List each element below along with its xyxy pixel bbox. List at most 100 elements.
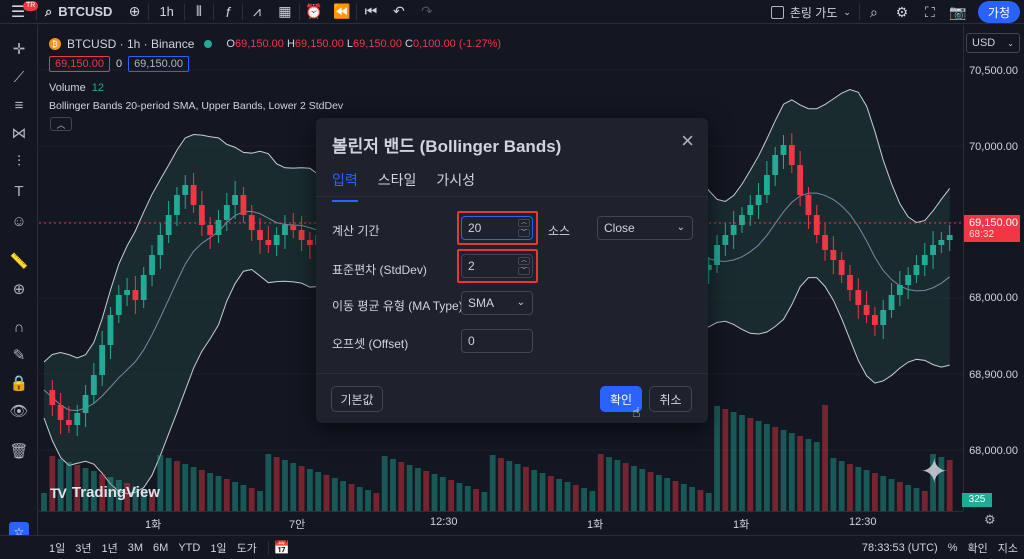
legend-bollinger[interactable]: Bollinger Bands 20-period SMA, Upper Ban… [49, 100, 343, 112]
magnet-icon[interactable]: ∩ [9, 317, 29, 337]
interval-button[interactable]: 1h [149, 0, 183, 24]
chevron-up-icon[interactable]: ︿ [518, 219, 530, 227]
candle-body [90, 375, 97, 395]
candle-body [847, 275, 853, 290]
close-button[interactable]: × [681, 130, 694, 152]
undo-button[interactable]: ↶ [385, 0, 413, 24]
step-back-icon: ⏮ [364, 3, 378, 19]
gear-icon: ⚙ [984, 512, 996, 527]
source-select[interactable]: Close ⌄ [597, 216, 693, 240]
replay-back-button[interactable]: ⏮ [357, 0, 385, 24]
time-axis[interactable]: 1화 7안 12:30 1화 1화 12:30 [39, 511, 963, 533]
horizontal-lines-icon[interactable]: ≡ [9, 95, 29, 115]
legend-volume[interactable]: Volume 12 [49, 82, 104, 94]
offset-input[interactable]: 0 [461, 329, 533, 353]
sell-price-button[interactable]: 69,150.00 [49, 56, 110, 72]
candle-body [74, 413, 81, 425]
menu-button[interactable]: ☰ TR [0, 0, 39, 24]
chevron-down-icon: ⌄ [843, 6, 851, 17]
redo-button[interactable]: ↷ [413, 0, 441, 24]
tab-inputs[interactable]: 입력 [332, 170, 358, 202]
price-axis[interactable]: 70,500.00 70,000.00 68,000.00 68,900.00 … [963, 25, 1024, 511]
stddev-input[interactable]: 2 ︿ ﹀ [461, 254, 533, 278]
stddev-stepper[interactable]: ︿ ﹀ [518, 257, 530, 275]
candle-body [797, 165, 804, 195]
indicators-button[interactable]: f [214, 0, 242, 24]
ma-type-select[interactable]: SMA ⌄ [461, 291, 533, 315]
axis-settings-button[interactable]: ⚙ [984, 512, 996, 528]
settings-button[interactable]: ⚙ [888, 0, 916, 24]
range-ytd[interactable]: YTD [173, 542, 205, 554]
text-tool-icon[interactable]: T [9, 181, 29, 201]
ohlc-key: C [405, 38, 413, 50]
legend-collapse-button[interactable]: ︿ [50, 117, 72, 131]
chevron-down-icon[interactable]: ﹀ [518, 229, 530, 237]
trash-icon[interactable]: 🗑 [9, 441, 29, 461]
time-tick: 12:30 [849, 516, 877, 528]
tab-style[interactable]: 스타일 [378, 170, 417, 202]
snapshot-button[interactable]: 📷 [944, 0, 972, 24]
candle-body [822, 235, 828, 250]
replay-button[interactable]: ⏪ [328, 0, 356, 24]
range-6m[interactable]: 6M [148, 542, 173, 554]
range-1d-b[interactable]: 1일 [205, 540, 231, 556]
auto-toggle[interactable]: 지소 [998, 540, 1018, 556]
symbol-search[interactable]: ⌕ BTCUSD [37, 0, 120, 24]
chart-type-button[interactable]: ⫴ [185, 0, 213, 24]
range-1y[interactable]: 1년 [97, 540, 123, 556]
lock-icon[interactable]: 🔒 [9, 373, 29, 393]
volume-bar [772, 427, 779, 511]
close-icon: × [681, 128, 694, 153]
length-stepper[interactable]: ︿ ﹀ [518, 219, 530, 237]
defaults-button[interactable]: 기본값 [331, 386, 383, 412]
pencil-lock-icon[interactable]: ✎ [9, 345, 29, 365]
range-3m[interactable]: 3M [123, 542, 148, 554]
bottom-toolbar: 1일 3년 1년 3M 6M YTD 1일 도가 📅 78:33:53 (UTC… [0, 535, 1024, 559]
publish-button[interactable]: 가청 [977, 1, 1020, 23]
fullscreen-button[interactable]: ⛶ [916, 0, 944, 24]
chevron-down-icon[interactable]: ﹀ [518, 267, 530, 275]
ruler-icon[interactable]: 📏 [9, 251, 29, 271]
utc-clock[interactable]: 78:33:53 (UTC) [862, 542, 938, 554]
zoom-in-icon[interactable]: ⊕ [9, 279, 29, 299]
volume-bar [739, 415, 745, 511]
bottom-right-controls: 78:33:53 (UTC) % 확인 지소 [862, 536, 1018, 559]
emoji-icon[interactable]: ☺ [9, 211, 29, 231]
layout-toggle[interactable]: 촌링 가도 ⌄ [763, 0, 859, 24]
tab-visibility[interactable]: 가시성 [436, 170, 475, 202]
percent-toggle[interactable]: % [948, 542, 958, 554]
log-toggle[interactable]: 확인 [968, 540, 988, 556]
layout-grid-button[interactable]: ▦ [271, 0, 299, 24]
volume-bar [381, 456, 388, 511]
candle-body [755, 195, 762, 205]
volume-bar [223, 479, 230, 511]
volume-bar [198, 470, 205, 511]
ohlc-value: 69,150.00 [294, 38, 344, 50]
candle-body [788, 145, 795, 165]
range-1d[interactable]: 1일 [44, 540, 70, 556]
compare-button[interactable]: ⊕ [120, 0, 148, 24]
chevron-up-icon[interactable]: ︿ [518, 257, 530, 265]
volume-bar [298, 466, 305, 511]
range-all[interactable]: 도가 [232, 540, 262, 556]
trendline-icon[interactable]: ⟋ [9, 67, 29, 87]
range-3y[interactable]: 3년 [70, 540, 96, 556]
time-tick: 12:30 [430, 516, 458, 528]
buy-price-button[interactable]: 69,150.00 [128, 56, 189, 72]
volume-bar [248, 488, 255, 511]
crosshair-icon[interactable]: ✛ [9, 39, 29, 59]
legend-title[interactable]: BTCUSD · 1h · Binance [67, 37, 194, 51]
pattern-icon[interactable]: ⋈ [9, 123, 29, 143]
alert-button[interactable]: ⏰ [300, 0, 328, 24]
length-input[interactable]: 20 ︿ ﹀ [461, 216, 533, 240]
quick-search-button[interactable]: ⌕ [860, 0, 888, 24]
candle-body [124, 290, 130, 295]
goto-date-button[interactable]: 📅 [269, 540, 295, 556]
currency-select[interactable]: USD ⌄ [966, 33, 1020, 53]
eye-icon[interactable]: 👁 [9, 401, 29, 421]
volume-bar [664, 478, 671, 511]
fib-icon[interactable]: ⫶ [9, 151, 29, 171]
offset-label: 오프셋 (Offset) [332, 337, 409, 351]
templates-button[interactable]: ⩘ [243, 0, 271, 24]
cancel-button[interactable]: 취소 [649, 386, 692, 412]
